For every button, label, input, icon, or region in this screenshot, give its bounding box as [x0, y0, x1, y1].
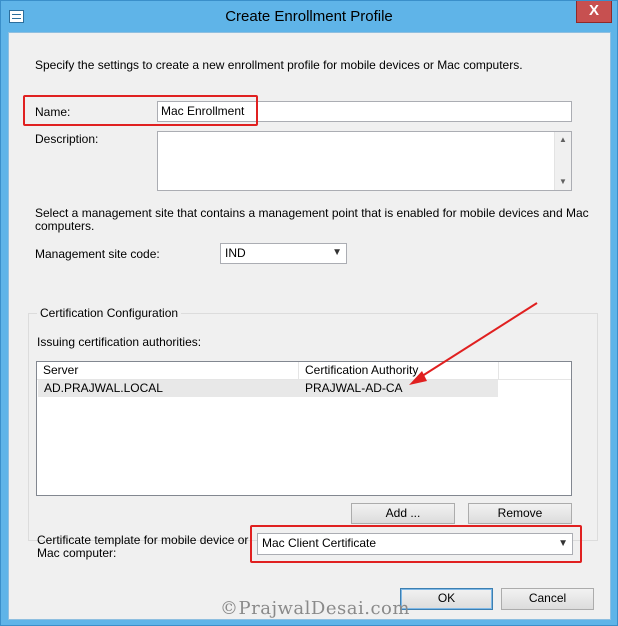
arrow-head [409, 371, 427, 385]
dialog-window: Create Enrollment Profile X Specify the … [0, 0, 618, 626]
close-button[interactable]: X [576, 1, 612, 23]
annotation-arrow [409, 302, 538, 385]
title-bar[interactable]: Create Enrollment Profile X [1, 1, 617, 33]
ok-button[interactable]: OK [400, 588, 493, 610]
watermark: ©PrajwalDesai.com [220, 598, 410, 619]
arrow-shaft [418, 302, 538, 379]
dialog-body: Specify the settings to create a new enr… [8, 32, 611, 620]
cancel-button[interactable]: Cancel [501, 588, 594, 610]
window-title: Create Enrollment Profile [225, 8, 393, 25]
